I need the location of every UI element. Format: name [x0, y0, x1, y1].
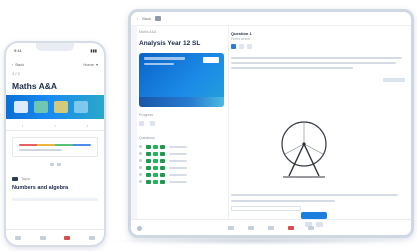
phone-tabs: • • •: [6, 121, 104, 131]
course-banner: [139, 53, 224, 107]
text-placeholder: [144, 57, 186, 60]
chevron-left-icon[interactable]: ‹: [137, 16, 138, 21]
breadcrumb[interactable]: Maths A&A: [139, 26, 224, 40]
phone-device: 9:41 ▮▮▮ ‹ Back Home ▾ 1 / 2 Maths A&A •…: [4, 41, 106, 247]
back-label: Back: [15, 61, 25, 67]
stat-icon: [150, 121, 155, 126]
share-icon[interactable]: [247, 44, 252, 49]
section-title[interactable]: Numbers and algebra: [6, 183, 104, 194]
phone-nav-bar: ‹ Back Home ▾: [6, 57, 104, 71]
nav-item-icon[interactable]: [228, 225, 234, 230]
pager-dot[interactable]: [56, 163, 61, 166]
tablet-device: ‹ Back Maths A&A Analysis Year 12 SL Pro…: [128, 9, 414, 238]
nav-item-icon[interactable]: [308, 225, 314, 230]
pager-dots: [6, 159, 104, 174]
signal-icon: ▮▮▮: [90, 48, 97, 53]
chevron-left-icon: ‹: [12, 61, 14, 67]
topbar-label[interactable]: Back: [142, 16, 151, 21]
tablet-bottom-nav: [131, 219, 411, 235]
home-button[interactable]: Home ▾: [83, 62, 98, 67]
section-label: Topic: [21, 176, 31, 181]
nav-item-icon[interactable]: [88, 235, 95, 240]
tab-dot[interactable]: •: [54, 124, 55, 128]
list-item[interactable]: [139, 150, 224, 157]
check-answer-button[interactable]: [301, 212, 327, 219]
text-placeholder: [19, 148, 63, 151]
back-button[interactable]: ‹ Back: [12, 62, 24, 67]
chevron-down-icon: ▾: [95, 61, 98, 67]
settings-icon[interactable]: [137, 226, 142, 231]
device-shadow: [108, 237, 408, 245]
sidebar-title: Analysis Year 12 SL: [139, 40, 201, 47]
list-header: Questions: [139, 136, 155, 140]
sub-toggle[interactable]: 1 / 2: [6, 71, 104, 79]
progress-card[interactable]: [12, 137, 98, 157]
pager-dot[interactable]: [49, 163, 54, 166]
question-toolbar: [231, 41, 405, 52]
tab-dot[interactable]: •: [87, 124, 88, 128]
hero-tile[interactable]: [34, 101, 48, 113]
diagram-tag: [383, 78, 405, 82]
stat-icon: [139, 121, 144, 126]
text-placeholder: [12, 198, 98, 201]
hero-banner: [6, 95, 104, 119]
hero-tile[interactable]: [14, 101, 28, 113]
question-panel: Question 1 Ferris wheel: [231, 26, 405, 227]
status-time: 9:41: [14, 48, 22, 53]
question-title: Question 1: [231, 31, 252, 36]
nav-item-icon[interactable]: [288, 225, 294, 230]
page-title: Maths A&A: [12, 81, 58, 91]
book-icon: [12, 176, 18, 181]
nav-item-icon[interactable]: [15, 235, 22, 240]
tablet-top-bar: ‹ Back: [131, 12, 411, 26]
device-mockup-scene: 9:41 ▮▮▮ ‹ Back Home ▾ 1 / 2 Maths A&A •…: [0, 0, 417, 251]
list-item[interactable]: [139, 164, 224, 171]
hero-tile[interactable]: [74, 101, 88, 113]
home-label: Home: [83, 61, 94, 67]
text-placeholder: [144, 62, 174, 65]
list-item[interactable]: [139, 143, 224, 150]
list-item[interactable]: [139, 157, 224, 164]
nav-item-icon[interactable]: [268, 225, 274, 230]
answer-input[interactable]: [231, 206, 301, 211]
nav-item-icon[interactable]: [64, 235, 71, 240]
tab-dot[interactable]: •: [22, 124, 23, 128]
phone-notch: [36, 43, 74, 51]
question-text: [231, 52, 405, 74]
phone-bottom-nav: [6, 229, 104, 245]
progress-bar: [19, 143, 91, 146]
list-item[interactable]: [139, 171, 224, 178]
nav-item-icon[interactable]: [39, 235, 46, 240]
list-item[interactable]: [139, 178, 224, 185]
phone-status-bar: 9:41 ▮▮▮: [6, 43, 104, 57]
sidebar: Maths A&A Analysis Year 12 SL Progress Q…: [131, 26, 229, 219]
menu-icon[interactable]: [155, 16, 162, 21]
section-header: Topic: [6, 174, 104, 183]
hero-tile[interactable]: [54, 101, 68, 113]
ferris-wheel-diagram: [281, 121, 327, 178]
progress-row: [139, 119, 224, 128]
question-list: [139, 143, 224, 185]
banner-decoration: [139, 97, 224, 107]
nav-item-icon[interactable]: [248, 225, 254, 230]
start-button[interactable]: [203, 57, 219, 63]
progress-label: Progress: [139, 113, 154, 117]
bookmark-icon[interactable]: [239, 44, 244, 49]
calculator-icon[interactable]: [231, 44, 236, 49]
